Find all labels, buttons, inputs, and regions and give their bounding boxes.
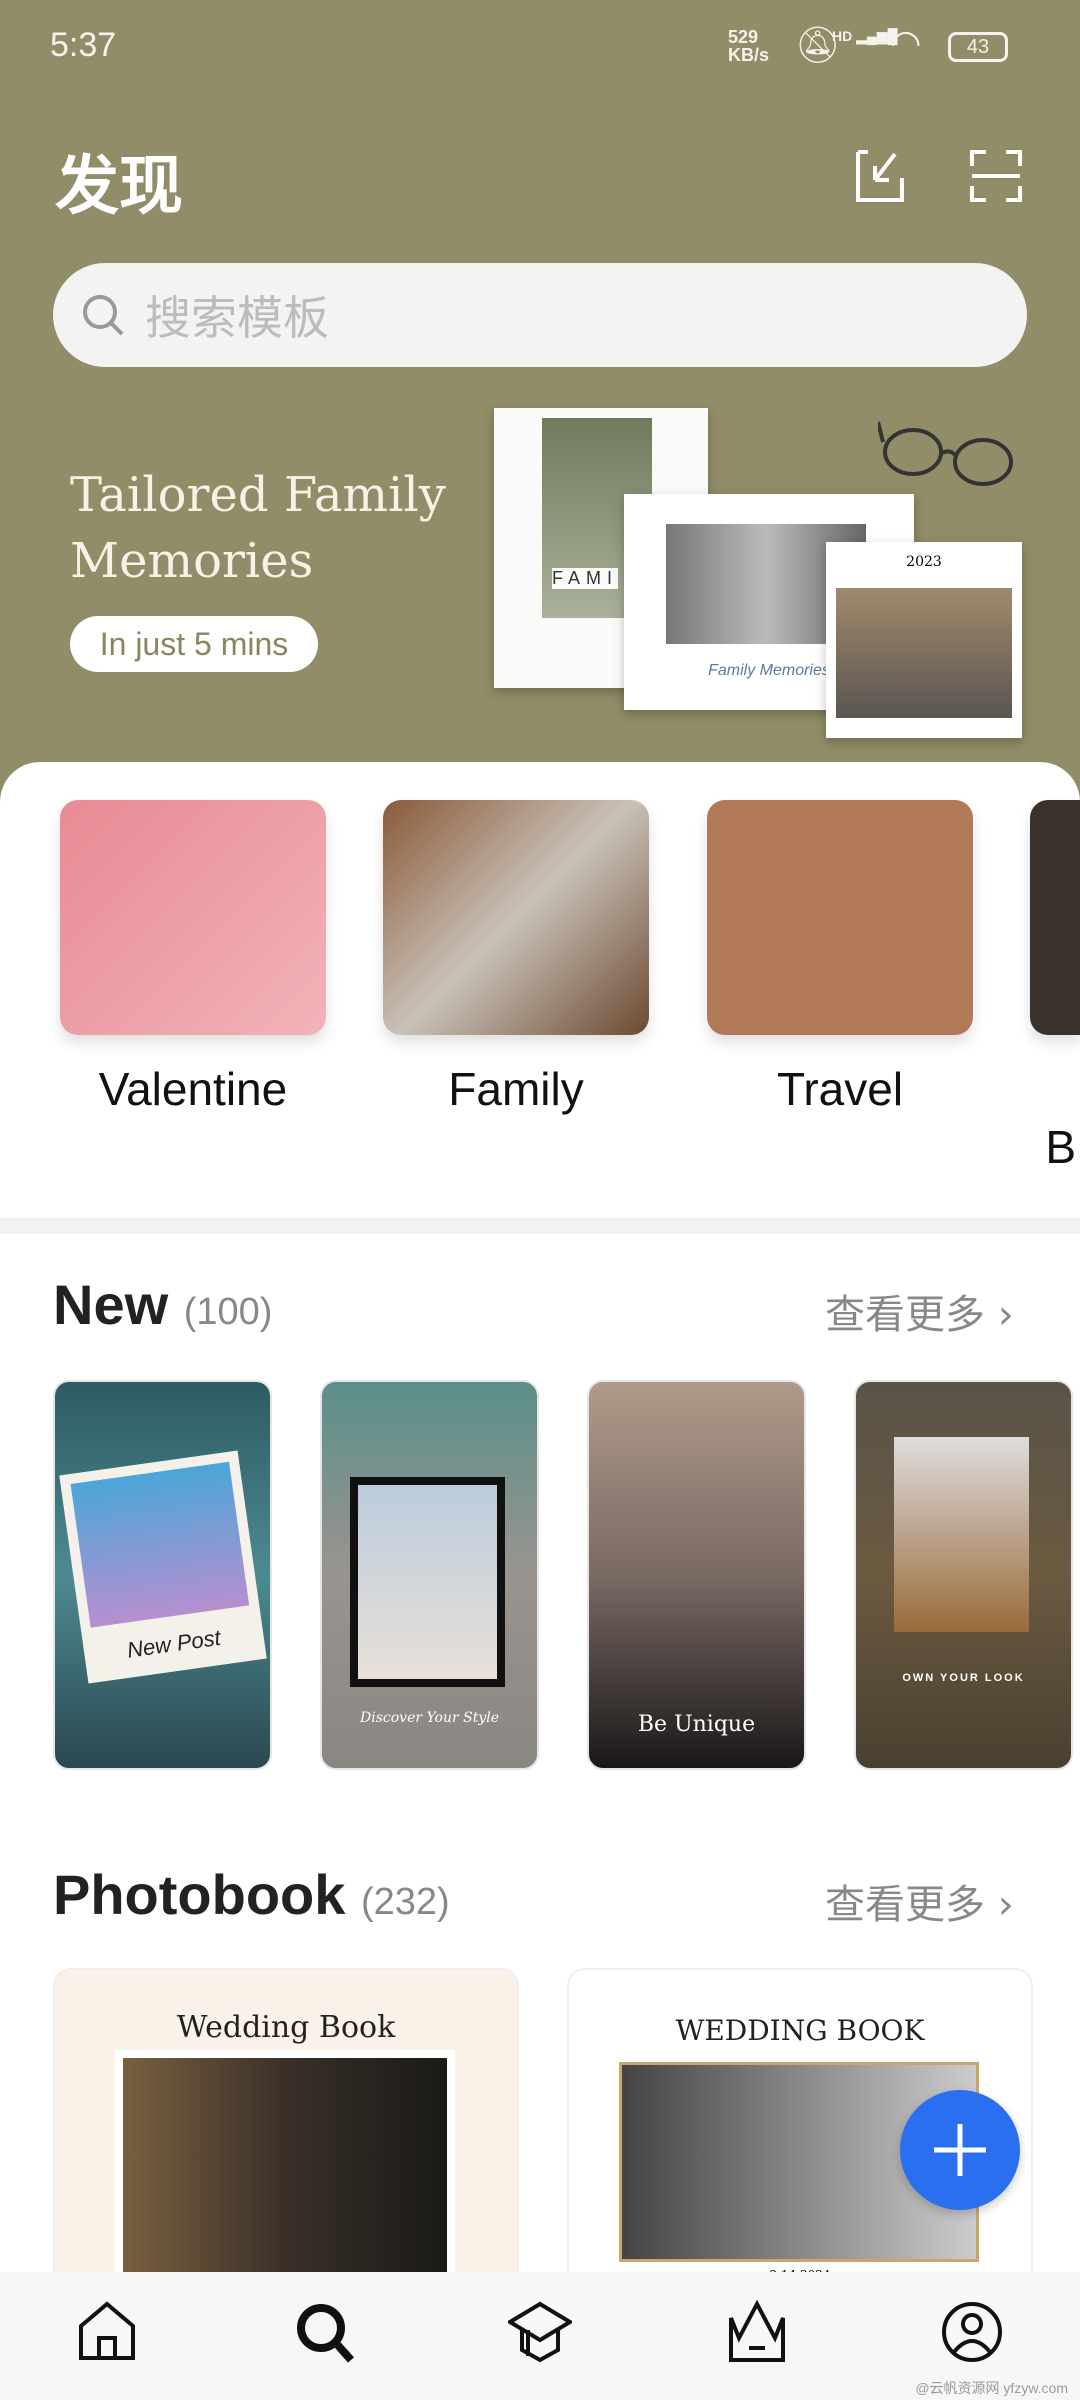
template-card[interactable]: New Post <box>53 1380 272 1770</box>
banner-pill[interactable]: In just 5 mins <box>70 616 318 672</box>
battery-icon: 43 <box>948 32 1008 62</box>
import-icon[interactable] <box>855 148 905 203</box>
category-card-4[interactable] <box>1030 800 1080 1035</box>
profile-icon[interactable] <box>940 2300 1004 2364</box>
banner-book-3: 2023 <box>826 542 1022 738</box>
watermark: @云帆资源网 yfzyw.com <box>915 2380 1068 2396</box>
new-section-title: New (100) <box>53 1273 273 1336</box>
photobook-card[interactable]: Wedding Book <box>53 1968 519 2298</box>
glasses-icon <box>878 421 1013 486</box>
search-icon[interactable] <box>293 2300 357 2364</box>
search-placeholder: 搜索模板 <box>145 291 329 345</box>
home-icon[interactable] <box>75 2300 139 2364</box>
net-speed: 529 KB/s <box>728 27 770 65</box>
status-time: 5:37 <box>50 26 117 64</box>
plus-icon <box>934 2124 986 2176</box>
category-card-travel[interactable] <box>707 800 973 1035</box>
category-card-family[interactable] <box>383 800 649 1035</box>
category-label[interactable]: Travel <box>707 1062 973 1116</box>
category-card-valentine[interactable] <box>60 800 326 1035</box>
divider <box>0 1218 1080 1234</box>
create-fab[interactable] <box>900 2090 1020 2210</box>
photobook-section-title: Photobook (232) <box>53 1863 450 1926</box>
category-label[interactable]: B <box>1030 1120 1080 1174</box>
template-card[interactable]: OWN YOUR LOOK <box>854 1380 1073 1770</box>
scan-icon[interactable] <box>970 150 1022 202</box>
signal-icon: HD ▂▄▆█ <box>832 28 898 44</box>
new-see-more-link[interactable]: 查看更多 › <box>825 1282 1014 1340</box>
banner-title[interactable]: Tailored Family Memories <box>70 462 446 594</box>
page-title: 发现 <box>55 150 183 224</box>
wifi-icon: ◠ <box>890 22 922 63</box>
category-label[interactable]: Valentine <box>60 1062 326 1116</box>
category-label[interactable]: Family <box>383 1062 649 1116</box>
template-card[interactable]: Discover Your Style <box>320 1380 539 1770</box>
learn-icon[interactable] <box>508 2300 572 2364</box>
photobook-see-more-link[interactable]: 查看更多 › <box>825 1872 1014 1930</box>
template-card[interactable]: Be Unique <box>587 1380 806 1770</box>
search-input[interactable]: 搜索模板 <box>53 263 1027 367</box>
premium-icon[interactable] <box>725 2300 789 2364</box>
search-icon <box>83 295 124 336</box>
